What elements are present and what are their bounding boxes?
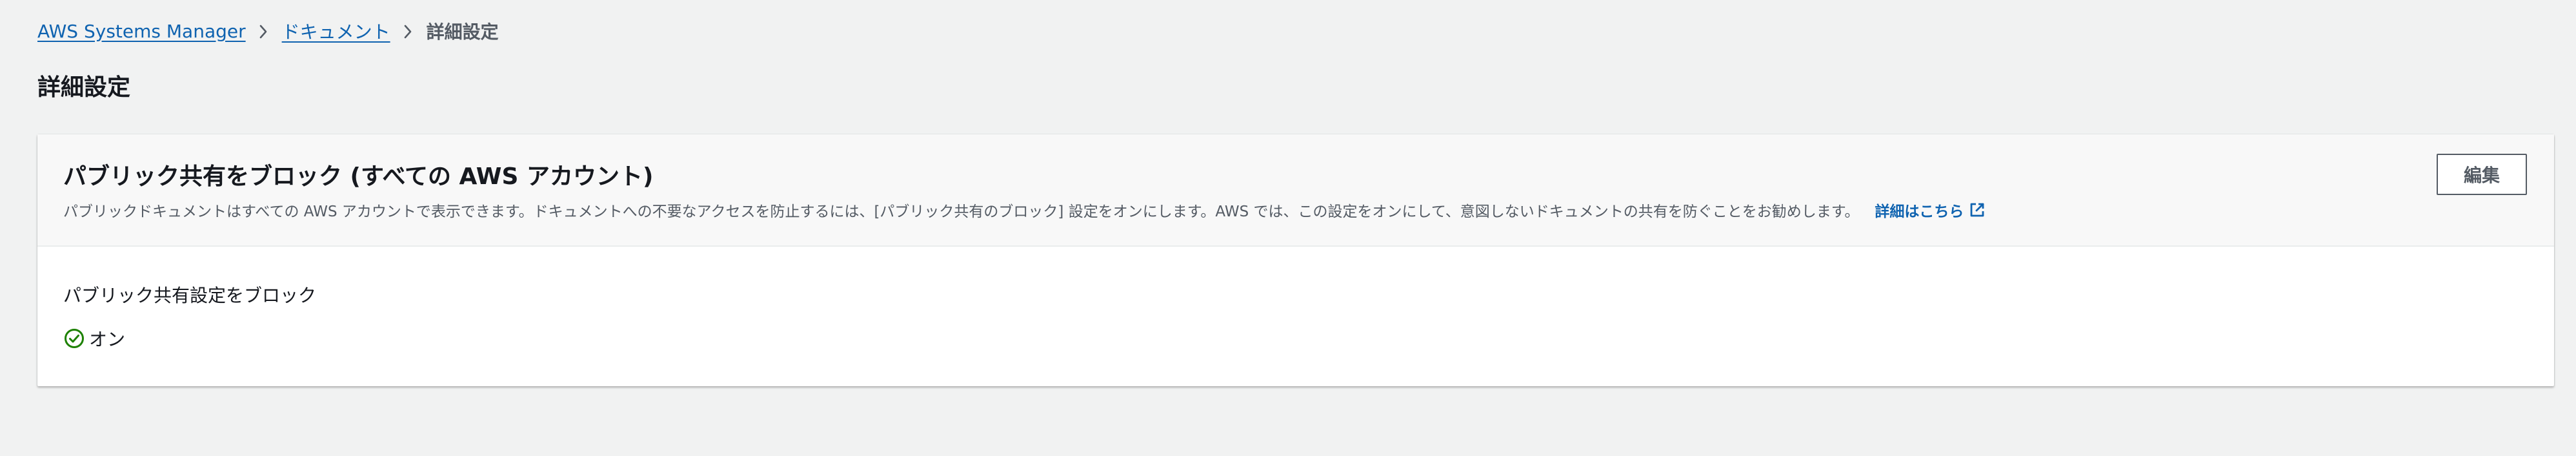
learn-more-label: 詳細はこちら (1875, 203, 1964, 220)
panel-description: パブリックドキュメントはすべての AWS アカウントで表示できます。ドキュメント… (63, 199, 1986, 221)
breadcrumb-documents-link[interactable]: ドキュメント (282, 18, 390, 44)
check-circle-icon (65, 329, 84, 348)
setting-value: オン (89, 329, 126, 350)
panel-description-text: パブリックドキュメントはすべての AWS アカウントで表示できます。ドキュメント… (63, 203, 1860, 220)
breadcrumb-current: 詳細設定 (426, 21, 499, 43)
edit-button[interactable]: 編集 (2437, 154, 2527, 195)
breadcrumb: AWS Systems Manager ドキュメント 詳細設定 (37, 17, 499, 45)
panel-title: パブリック共有をブロック (すべての AWS アカウント) (63, 163, 654, 190)
breadcrumb-systems-manager-link[interactable]: AWS Systems Manager (37, 21, 246, 42)
panel-body: パブリック共有設定をブロック オン (37, 247, 2554, 386)
page-title: 詳細設定 (37, 74, 131, 101)
setting-status: オン (63, 326, 125, 351)
chevron-right-icon (390, 21, 427, 41)
chevron-right-icon (246, 21, 282, 41)
learn-more-link[interactable]: 詳細はこちら (1875, 199, 1986, 221)
external-link-icon (1971, 203, 1984, 217)
panel-header: パブリック共有をブロック (すべての AWS アカウント) パブリックドキュメン… (37, 134, 2554, 247)
block-public-sharing-panel: パブリック共有をブロック (すべての AWS アカウント) パブリックドキュメン… (37, 134, 2554, 386)
setting-label: パブリック共有設定をブロック (63, 285, 317, 306)
